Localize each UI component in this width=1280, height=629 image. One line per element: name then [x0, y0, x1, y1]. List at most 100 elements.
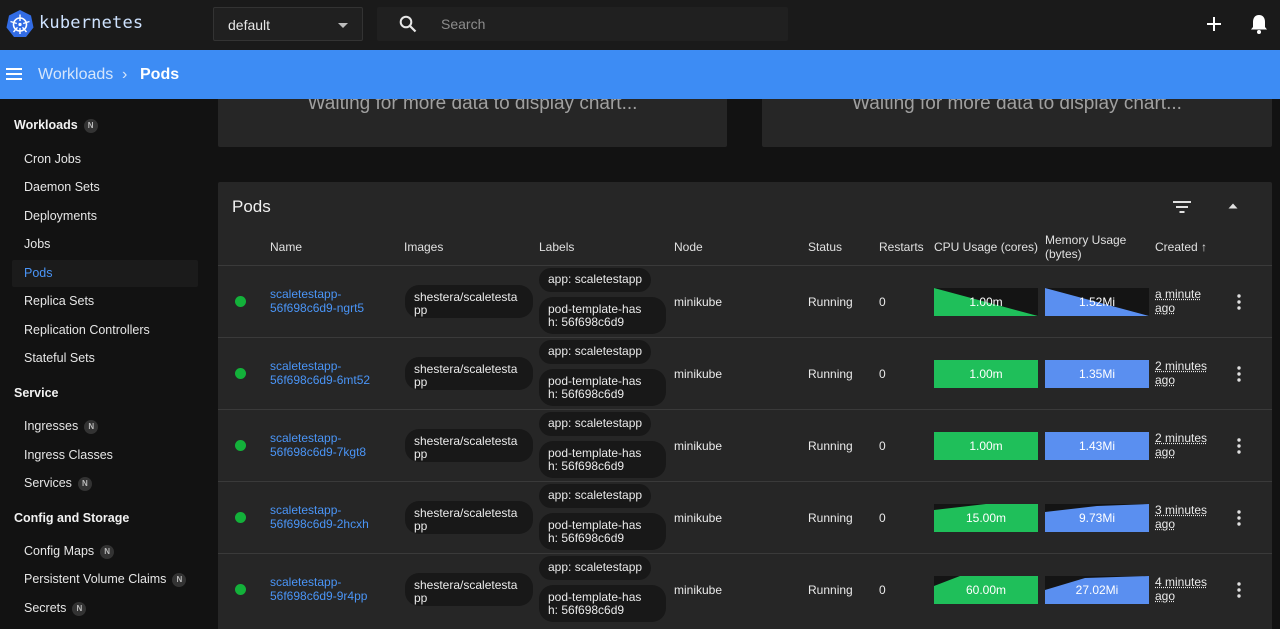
running-status-icon — [235, 584, 246, 595]
restarts-cell: 0 — [879, 583, 886, 597]
memory-value: 27.02Mi — [1075, 583, 1119, 597]
pod-name-link[interactable]: scaletestapp- 56f698c6d9-6mt52 — [270, 359, 390, 387]
created-time: a minute ago — [1155, 287, 1201, 315]
sidebar-item-label: Persistent Volume Claims — [24, 572, 167, 586]
new-badge: N — [77, 477, 92, 491]
image-chip: shestera/scaletesta pp — [405, 285, 533, 318]
label-chip: app: scaletestapp — [539, 268, 651, 292]
image-line2: pp — [414, 447, 428, 461]
search-input[interactable] — [441, 15, 771, 33]
created-line1: 3 minutes — [1155, 503, 1208, 517]
label-line2: h: 56f698c6d9 — [548, 315, 625, 329]
running-status-icon — [235, 296, 246, 307]
more-options-icon[interactable] — [1237, 582, 1241, 598]
brand-title[interactable]: kubernetes — [39, 13, 143, 33]
created-time: 4 minutes ago — [1155, 575, 1207, 603]
sidebar-item-secrets[interactable]: Secrets N — [24, 601, 87, 616]
sidebar-group-service[interactable]: Service — [14, 386, 58, 400]
new-badge: N — [83, 119, 98, 133]
memory-value: 1.35Mi — [1078, 367, 1116, 381]
pod-name-link[interactable]: scaletestapp- 56f698c6d9-9r4pp — [270, 575, 390, 603]
namespace-select[interactable]: default — [213, 7, 363, 41]
pod-name-link[interactable]: scaletestapp- 56f698c6d9-2hcxh — [270, 503, 390, 531]
sidebar-item-replica-sets[interactable]: Replica Sets — [24, 294, 94, 308]
pod-name-line2: 56f698c6d9-6mt52 — [270, 373, 371, 387]
sidebar-item-config-maps[interactable]: Config Maps N — [24, 544, 115, 559]
pod-name-link[interactable]: scaletestapp- 56f698c6d9-ngrt5 — [270, 287, 390, 315]
namespace-value: default — [228, 17, 271, 33]
sidebar-item-stateful-sets[interactable]: Stateful Sets — [24, 351, 95, 365]
search-bar[interactable] — [377, 7, 788, 41]
sidebar-group-workloads[interactable]: Workloads N — [14, 118, 98, 133]
created-line2: ago — [1155, 445, 1176, 459]
image-line2: pp — [414, 375, 428, 389]
label-line2: h: 56f698c6d9 — [548, 387, 625, 401]
column-header-name[interactable]: Name — [270, 240, 302, 254]
kubernetes-logo-icon[interactable] — [5, 9, 35, 39]
chevron-up-icon[interactable] — [1227, 202, 1239, 210]
cpu-sparkline: 15.00m — [934, 504, 1038, 532]
sidebar-item-deployments[interactable]: Deployments — [24, 209, 97, 223]
sidebar-item-services[interactable]: Services N — [24, 476, 92, 491]
sidebar-item-daemon-sets[interactable]: Daemon Sets — [24, 180, 100, 194]
image-chip: shestera/scaletesta pp — [405, 357, 533, 390]
pod-name-line1: scaletestapp- — [270, 359, 342, 373]
filter-icon[interactable] — [1173, 200, 1191, 214]
pod-name-line1: scaletestapp- — [270, 431, 342, 445]
more-options-icon[interactable] — [1237, 438, 1241, 454]
column-header-node: Node — [674, 240, 703, 254]
running-status-icon — [235, 440, 246, 451]
created-line1: 2 minutes — [1155, 431, 1208, 445]
cpu-value: 1.00m — [969, 439, 1003, 453]
pod-name-link[interactable]: scaletestapp- 56f698c6d9-7kgt8 — [270, 431, 390, 459]
plus-icon[interactable] — [1204, 14, 1224, 34]
memory-value: 1.52Mi — [1078, 295, 1116, 309]
memory-sparkline: 1.52Mi — [1045, 288, 1149, 316]
cpu-value: 15.00m — [965, 511, 1007, 525]
image-chip: shestera/scaletesta pp — [405, 573, 533, 606]
chevron-down-icon — [338, 23, 348, 28]
created-time: 3 minutes ago — [1155, 503, 1207, 531]
memory-sparkline: 9.73Mi — [1045, 504, 1149, 532]
pods-card: Pods Name Images Labels Node Status Rest… — [218, 182, 1272, 629]
sidebar-item-replication-controllers[interactable]: Replication Controllers — [24, 323, 150, 337]
column-header-memory-line2: (bytes) — [1045, 247, 1082, 261]
column-header-memory: Memory Usage (bytes) — [1045, 233, 1126, 261]
breadcrumb-workloads-link[interactable]: Workloads — [38, 66, 113, 84]
bell-icon[interactable] — [1249, 13, 1269, 35]
memory-sparkline: 27.02Mi — [1045, 576, 1149, 604]
column-header-created[interactable]: Created ↑ — [1155, 240, 1207, 254]
more-options-icon[interactable] — [1237, 510, 1241, 526]
pod-name-line2: 56f698c6d9-7kgt8 — [270, 445, 367, 459]
created-line1: 2 minutes — [1155, 359, 1208, 373]
sidebar-item-ingress-classes[interactable]: Ingress Classes — [24, 448, 113, 462]
label-chip: pod-template-has h: 56f698c6d9 — [539, 297, 666, 334]
node-cell: minikube — [674, 439, 723, 453]
label-chip: app: scaletestapp — [539, 484, 651, 508]
chart-waiting-message: Waiting for more data to display chart..… — [852, 99, 1182, 114]
status-cell: Running — [808, 511, 853, 525]
running-status-icon — [235, 368, 246, 379]
pod-name-line1: scaletestapp- — [270, 287, 342, 301]
status-cell: Running — [808, 439, 853, 453]
table-row: scaletestapp- 56f698c6d9-7kgt8 shestera/s… — [218, 409, 1272, 481]
column-header-labels: Labels — [539, 240, 575, 254]
more-options-icon[interactable] — [1237, 294, 1241, 310]
label-chip: app: scaletestapp — [539, 556, 651, 580]
table-row: scaletestapp- 56f698c6d9-2hcxh shestera/s… — [218, 481, 1272, 553]
restarts-cell: 0 — [879, 367, 886, 381]
search-icon — [399, 15, 417, 33]
new-badge: N — [100, 545, 115, 559]
menu-icon[interactable] — [6, 66, 22, 82]
sidebar-item-ingresses[interactable]: Ingresses N — [24, 419, 99, 434]
sidebar-item-pods[interactable]: Pods — [24, 266, 53, 280]
chart-waiting-message: Waiting for more data to display chart..… — [307, 99, 638, 114]
column-header-memory-line1: Memory Usage — [1045, 233, 1127, 247]
label-chip: app: scaletestapp — [539, 340, 651, 364]
more-options-icon[interactable] — [1237, 366, 1241, 382]
sidebar-item-jobs[interactable]: Jobs — [24, 237, 50, 251]
sidebar-group-config-and-storage[interactable]: Config and Storage — [14, 511, 129, 525]
sidebar-item-persistent-volume-claims[interactable]: Persistent Volume Claims N — [24, 572, 187, 587]
sidebar-item-label: Config Maps — [24, 544, 95, 558]
sidebar-item-cron-jobs[interactable]: Cron Jobs — [24, 152, 81, 166]
